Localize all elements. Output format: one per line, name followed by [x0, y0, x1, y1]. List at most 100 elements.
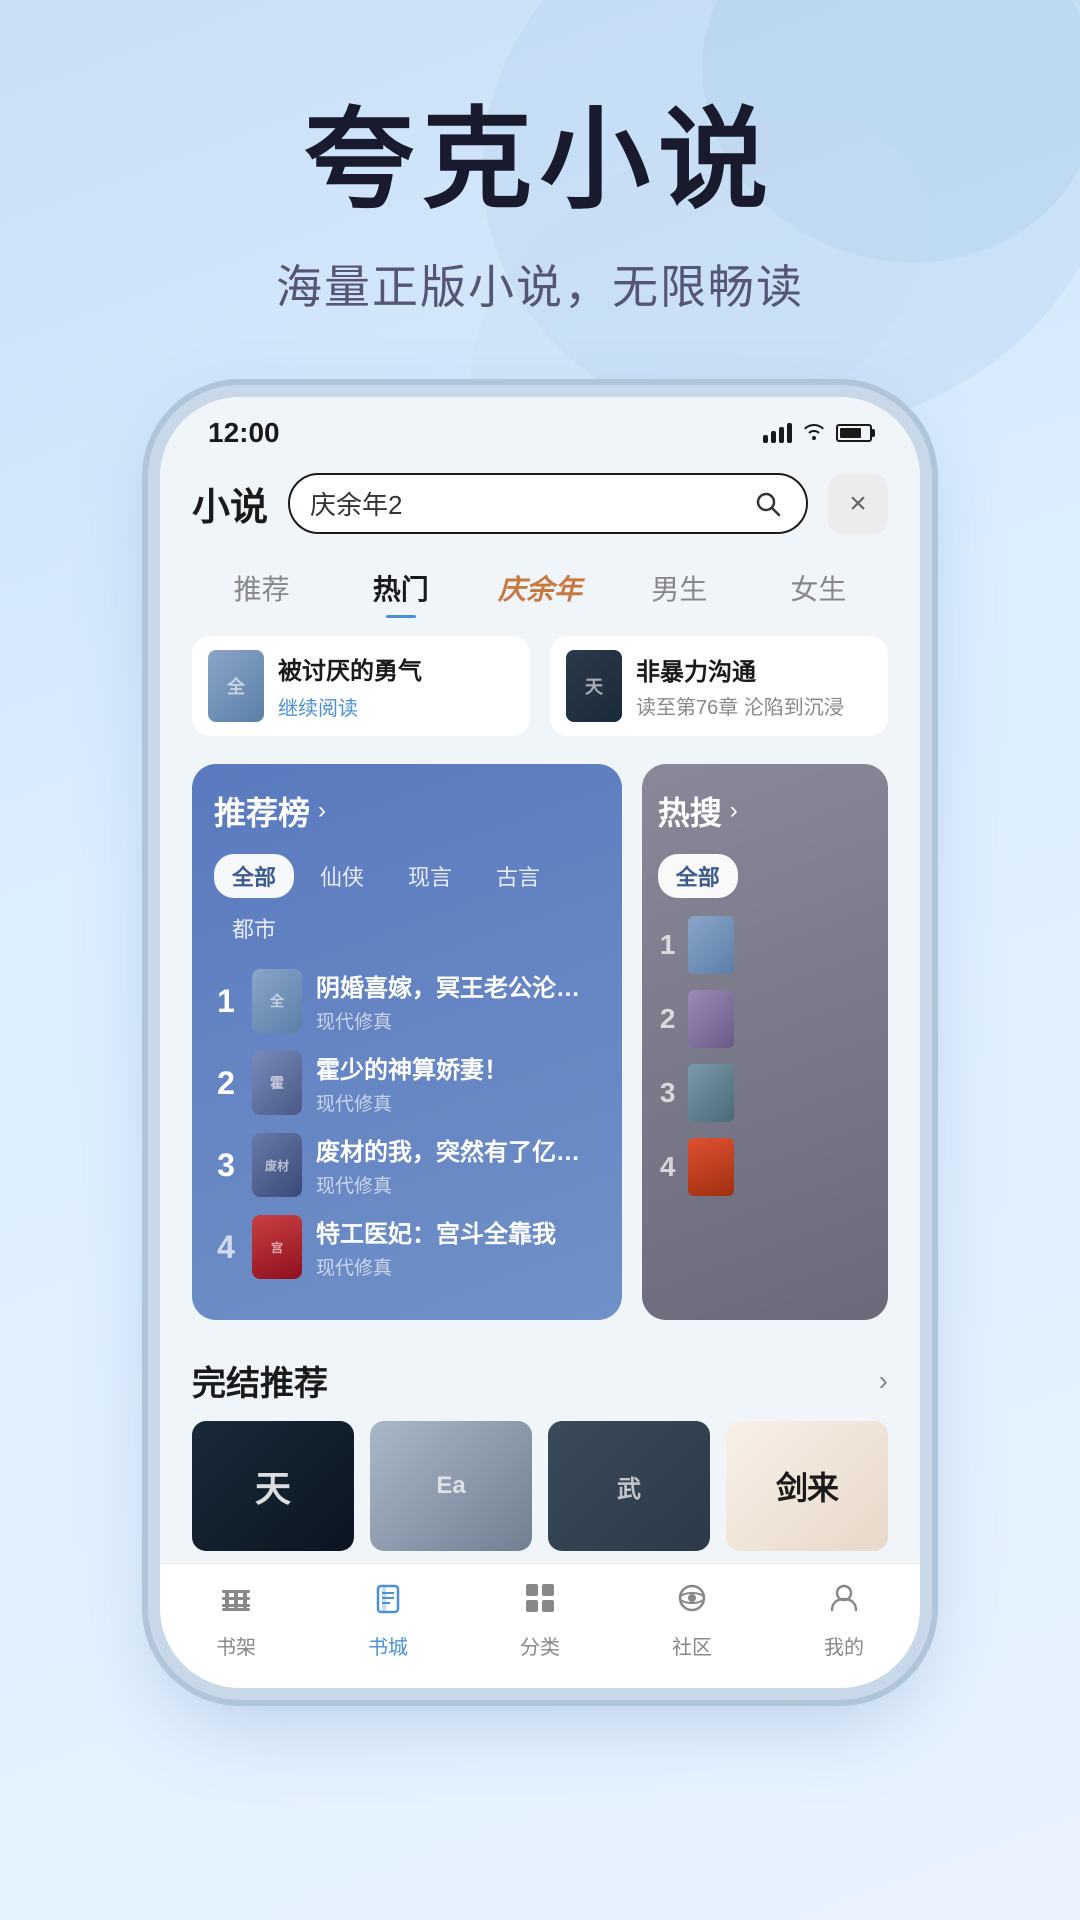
hot-item-4[interactable]: 4	[658, 1138, 872, 1196]
tab-hot[interactable]: 热门	[331, 558, 470, 618]
rank-title-1: 阴婚喜嫁，冥王老公沦陷了	[316, 968, 600, 1003]
completed-book-1[interactable]: 天	[192, 1421, 354, 1551]
reading-section: 全 被讨厌的勇气 继续阅读 天 非暴力沟通 读至第76章 沦陷到沉浸	[160, 624, 920, 748]
hot-search-panel: 热搜 › 全部 1 2 3 4	[642, 764, 888, 1320]
reading-card-1[interactable]: 全 被讨厌的勇气 继续阅读	[192, 636, 530, 736]
rank-title-3: 废材的我，突然有了亿万年	[316, 1132, 600, 1167]
rank-number-3: 3	[214, 1147, 238, 1184]
rank-cover-1: 全	[252, 969, 302, 1033]
hot-search-title: 热搜	[658, 788, 722, 834]
completed-book-4[interactable]: 剑来	[726, 1421, 888, 1551]
rank-cover-4: 宫	[252, 1215, 302, 1279]
rank-title-2: 霍少的神算娇妻！	[316, 1050, 600, 1085]
hero-section: 夸克小说 海量正版小说，无限畅读	[0, 0, 1080, 377]
filter-xiandai[interactable]: 现言	[390, 854, 470, 898]
hot-item-1[interactable]: 1	[658, 916, 872, 974]
rank-item-1[interactable]: 1 全 阴婚喜嫁，冥王老公沦陷了 现代修真	[214, 968, 600, 1034]
ranking-arrow[interactable]: ›	[318, 797, 326, 825]
book-cover-1: 全	[208, 650, 264, 722]
search-icon[interactable]	[750, 486, 786, 522]
hot-cover-4	[688, 1138, 734, 1196]
tab-bar: 推荐 热门 庆余年 男生 女生	[160, 548, 920, 624]
rank-number-2: 2	[214, 1065, 238, 1102]
rank-genre-2: 现代修真	[316, 1089, 600, 1116]
hero-subtitle: 海量正版小说，无限畅读	[80, 251, 1000, 317]
bottom-nav: 书架 书城	[160, 1563, 920, 1688]
reading-card-2[interactable]: 天 非暴力沟通 读至第76章 沦陷到沉浸	[550, 636, 888, 736]
completed-arrow[interactable]: ›	[879, 1365, 888, 1397]
battery-icon	[836, 424, 872, 442]
book-title-2: 非暴力沟通	[636, 652, 872, 687]
nav-community[interactable]: 社区	[616, 1580, 768, 1660]
hot-item-3[interactable]: 3	[658, 1064, 872, 1122]
nav-shelf[interactable]: 书架	[160, 1580, 312, 1660]
hot-search-arrow[interactable]: ›	[730, 797, 738, 825]
nav-category-label: 分类	[520, 1631, 560, 1660]
close-button[interactable]: ×	[828, 474, 888, 534]
rank-number-1: 1	[214, 983, 238, 1020]
nav-bookstore[interactable]: 书城	[312, 1580, 464, 1660]
rank-title-4: 特工医妃：宫斗全靠我	[316, 1214, 600, 1249]
category-icon	[522, 1580, 558, 1625]
rank-genre-4: 现代修真	[316, 1253, 600, 1280]
app-logo: 小说	[192, 476, 268, 531]
phone-mockup: 12:00 小说	[0, 397, 1080, 1688]
rank-number-4: 4	[214, 1229, 238, 1266]
phone-frame: 12:00 小说	[160, 397, 920, 1688]
book-cover-2: 天	[566, 650, 622, 722]
tab-male[interactable]: 男生	[610, 558, 749, 618]
tab-female[interactable]: 女生	[749, 558, 888, 618]
status-icons	[763, 420, 872, 446]
hot-number-2: 2	[658, 1003, 678, 1035]
filter-guyan[interactable]: 古言	[478, 854, 558, 898]
nav-profile-label: 我的	[824, 1631, 864, 1660]
hot-item-2[interactable]: 2	[658, 990, 872, 1048]
nav-profile[interactable]: 我的	[768, 1580, 920, 1660]
nav-community-label: 社区	[672, 1631, 712, 1660]
rank-cover-2: 霍	[252, 1051, 302, 1115]
signal-icon	[763, 423, 792, 443]
tab-special[interactable]: 庆余年	[470, 558, 609, 618]
book-title-1: 被讨厌的勇气	[278, 651, 514, 686]
rank-item-3[interactable]: 3 废材 废材的我，突然有了亿万年 现代修真	[214, 1132, 600, 1198]
completed-book-3[interactable]: 武	[548, 1421, 710, 1551]
community-icon	[674, 1580, 710, 1625]
completed-book-2[interactable]: Ea	[370, 1421, 532, 1551]
status-time: 12:00	[208, 417, 280, 449]
completed-title: 完结推荐	[192, 1356, 328, 1405]
tab-recommend[interactable]: 推荐	[192, 558, 331, 618]
completed-section: 完结推荐 › 天 Ea 武 剑来	[160, 1336, 920, 1563]
nav-shelf-label: 书架	[216, 1631, 256, 1660]
hot-filter-all[interactable]: 全部	[658, 854, 738, 898]
hot-cover-3	[688, 1064, 734, 1122]
profile-icon	[826, 1580, 862, 1625]
shelf-icon	[218, 1580, 254, 1625]
main-content: 推荐榜 › 全部 仙侠 现言 古言 都市 1 全 阴婚喜嫁，冥王老公沦陷了	[160, 748, 920, 1336]
status-bar: 12:00	[160, 397, 920, 459]
rank-item-4[interactable]: 4 宫 特工医妃：宫斗全靠我 现代修真	[214, 1214, 600, 1280]
ranking-filters: 全部 仙侠 现言 古言 都市	[214, 854, 600, 950]
hot-number-4: 4	[658, 1151, 678, 1183]
rank-genre-3: 现代修真	[316, 1171, 600, 1198]
search-text: 庆余年2	[310, 485, 740, 522]
completed-book-4-text: 剑来	[776, 1463, 838, 1509]
bookstore-icon	[370, 1580, 406, 1625]
hero-title: 夸克小说	[80, 100, 1000, 221]
ranking-panel: 推荐榜 › 全部 仙侠 现言 古言 都市 1 全 阴婚喜嫁，冥王老公沦陷了	[192, 764, 622, 1320]
filter-all[interactable]: 全部	[214, 854, 294, 898]
wifi-icon	[802, 420, 826, 446]
hot-number-3: 3	[658, 1077, 678, 1109]
book-progress-1: 继续阅读	[278, 692, 514, 721]
rank-item-2[interactable]: 2 霍 霍少的神算娇妻！ 现代修真	[214, 1050, 600, 1116]
hot-filters: 全部	[658, 854, 872, 898]
search-bar[interactable]: 庆余年2	[288, 473, 808, 534]
ranking-title: 推荐榜	[214, 788, 310, 834]
completed-grid: 天 Ea 武 剑来	[192, 1421, 888, 1551]
hot-cover-2	[688, 990, 734, 1048]
filter-xianxia[interactable]: 仙侠	[302, 854, 382, 898]
hot-cover-1	[688, 916, 734, 974]
rank-cover-3: 废材	[252, 1133, 302, 1197]
filter-dushi[interactable]: 都市	[214, 906, 294, 950]
nav-category[interactable]: 分类	[464, 1580, 616, 1660]
nav-bookstore-label: 书城	[368, 1631, 408, 1660]
